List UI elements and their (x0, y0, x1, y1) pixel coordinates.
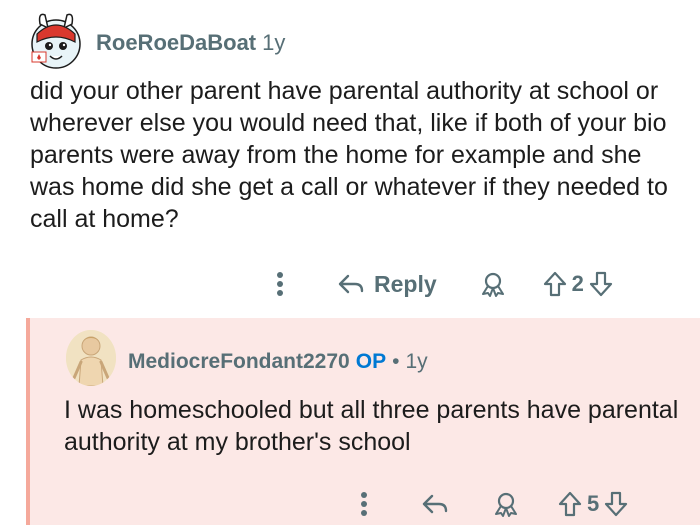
reply-comment: MediocreFondant2270 OP • 1y I was homeschoo… (26, 318, 700, 525)
timestamp: 1y (262, 30, 286, 55)
award-icon[interactable] (479, 271, 507, 297)
reply-text: I was homeschooled but all three parents… (64, 396, 679, 456)
award-icon[interactable] (492, 491, 520, 517)
op-badge: OP (355, 350, 387, 373)
vote-count: 2 (571, 271, 584, 296)
vote-count: 5 (587, 491, 600, 516)
more-options-icon[interactable] (268, 271, 292, 297)
vote-control: 2 (543, 271, 613, 297)
downvote-icon[interactable] (589, 271, 613, 297)
reply-meta: MediocreFondant2270 OP • 1y (128, 350, 428, 374)
reply-actions: 5 (352, 482, 628, 526)
username[interactable]: RoeRoeDaBoat (96, 30, 256, 55)
timestamp: 1y (405, 350, 428, 373)
reply-arrow-icon (338, 274, 364, 294)
comment: RoeRoeDaBoat 1y did your other parent hav… (0, 0, 700, 312)
upvote-icon[interactable] (543, 271, 567, 297)
reply-button[interactable]: Reply (338, 271, 437, 298)
comment-text: did your other parent have parental auth… (30, 77, 668, 233)
reply-arrow-icon (422, 494, 448, 514)
more-options-icon[interactable] (352, 491, 376, 517)
comment-actions: Reply 2 (268, 262, 613, 306)
comment-meta: RoeRoeDaBoat 1y (96, 30, 285, 56)
separator: • (392, 350, 400, 373)
downvote-icon[interactable] (604, 491, 628, 517)
upvote-icon[interactable] (558, 491, 582, 517)
user-avatar[interactable] (28, 12, 84, 70)
username[interactable]: MediocreFondant2270 (128, 350, 350, 373)
vote-control: 5 (558, 491, 628, 517)
reply-button[interactable] (422, 494, 448, 514)
reply-label: Reply (374, 270, 437, 297)
user-avatar[interactable] (66, 330, 116, 386)
